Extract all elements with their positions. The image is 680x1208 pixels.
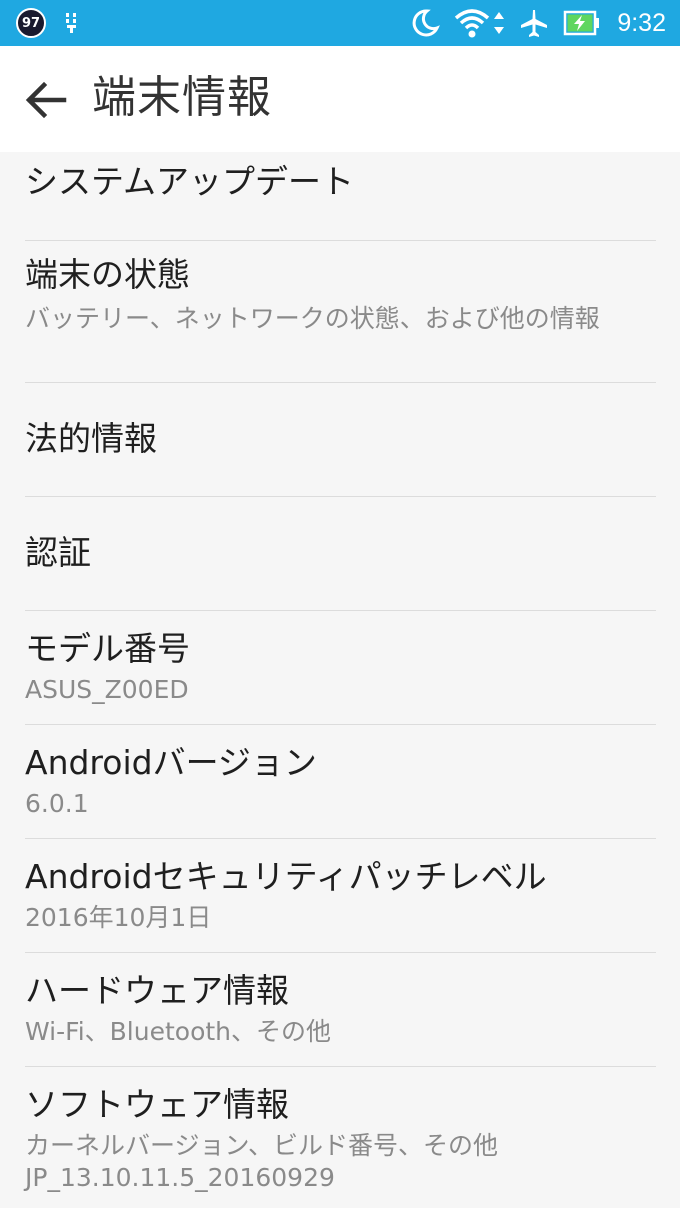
- list-item-hardware-info[interactable]: ハードウェア情報 Wi-Fi、Bluetooth、その他: [25, 953, 656, 1067]
- page-title: 端末情報: [92, 72, 272, 123]
- list-item-title: ソフトウェア情報: [25, 1085, 289, 1124]
- wifi-icon: [455, 9, 490, 38]
- list-item-subtitle: 2016年10月1日: [25, 903, 212, 932]
- wifi-status: [454, 8, 505, 38]
- notification-badge-icon: 97: [16, 8, 46, 38]
- status-right-icons: 9:32: [410, 6, 666, 40]
- list-item-android-version[interactable]: Androidバージョン 6.0.1: [25, 725, 656, 839]
- settings-list: システムアップデート 端末の状態 バッテリー、ネットワークの状態、および他の情報…: [0, 152, 680, 1207]
- arrow-left-icon[interactable]: [22, 76, 70, 124]
- battery-charging-icon: [564, 10, 600, 36]
- list-item-device-status[interactable]: 端末の状態 バッテリー、ネットワークの状態、および他の情報: [25, 241, 656, 383]
- list-item-title: 法的情報: [25, 419, 157, 458]
- list-item-title: Androidセキュリティパッチレベル: [25, 857, 547, 896]
- status-bar: 97 9:32: [0, 0, 680, 46]
- list-item-software-info[interactable]: ソフトウェア情報 カーネルバージョン、ビルド番号、その他 JP_13.10.11…: [25, 1067, 656, 1207]
- list-item-title: Androidバージョン: [25, 743, 317, 782]
- airplane-icon: [521, 10, 548, 37]
- list-item-subtitle: バッテリー、ネットワークの状態、および他の情報: [25, 304, 600, 333]
- notification-badge-count: 97: [21, 15, 41, 31]
- list-item-title: モデル番号: [25, 629, 190, 668]
- list-item-legal-info[interactable]: 法的情報: [25, 383, 656, 497]
- list-item-title: システムアップデート: [25, 162, 355, 201]
- list-item-subtitle: カーネルバージョン、ビルド番号、その他: [25, 1131, 499, 1160]
- list-item-title: 認証: [25, 533, 91, 572]
- list-item-title: 端末の状態: [25, 255, 190, 294]
- list-item-subtitle: 6.0.1: [25, 789, 89, 818]
- app-bar: 端末情報: [0, 46, 680, 152]
- list-item-subtitle: ASUS_Z00ED: [25, 675, 189, 704]
- list-item-subtitle: Wi-Fi、Bluetooth、その他: [25, 1017, 332, 1046]
- list-item-security-patch[interactable]: Androidセキュリティパッチレベル 2016年10月1日: [25, 839, 656, 953]
- status-time: 9:32: [617, 8, 666, 37]
- list-item-model-number[interactable]: モデル番号 ASUS_Z00ED: [25, 611, 656, 725]
- status-left-icons: 97: [16, 7, 80, 39]
- data-arrows-icon: [494, 12, 505, 34]
- list-item-title: ハードウェア情報: [25, 971, 289, 1010]
- list-item-certification[interactable]: 認証: [25, 497, 656, 611]
- list-item-system-update[interactable]: システムアップデート: [25, 152, 656, 241]
- moon-icon: [412, 9, 441, 37]
- usb-debug-icon: [66, 13, 76, 33]
- list-item-build-number: JP_13.10.11.5_20160929: [25, 1163, 335, 1192]
